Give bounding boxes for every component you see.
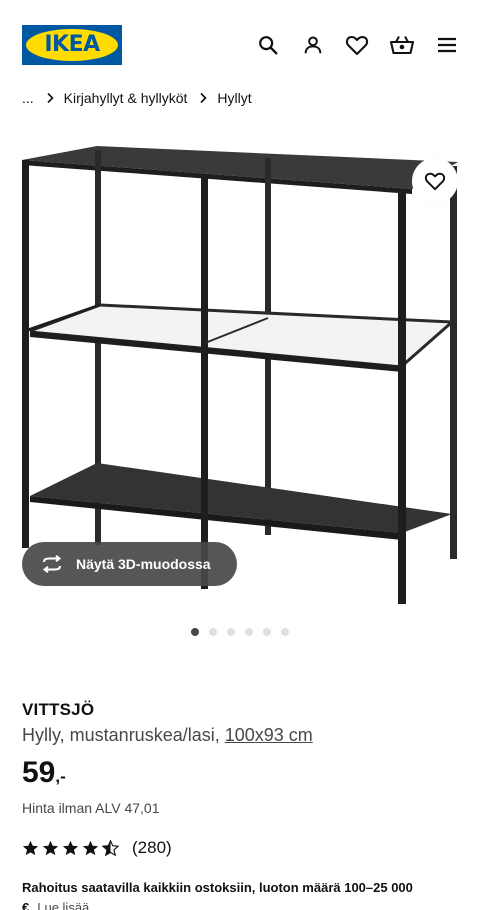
financing-row: € Lue lisää	[22, 900, 89, 910]
logo-wordmark: IKEA	[44, 32, 100, 57]
gallery-dot[interactable]	[227, 628, 235, 636]
gallery-pagination	[0, 628, 480, 638]
gallery-dot[interactable]	[245, 628, 253, 636]
financing-currency: €	[22, 900, 30, 910]
rating-stars	[22, 840, 122, 856]
basket-icon[interactable]	[389, 32, 415, 58]
account-icon[interactable]	[300, 32, 326, 58]
size-link[interactable]: 100x93 cm	[225, 725, 313, 745]
gallery-dot[interactable]	[281, 628, 289, 636]
financing-text: Rahoitus saatavilla kaikkiin ostoksiin, …	[22, 880, 413, 895]
star-icon	[22, 840, 39, 856]
star-icon	[42, 840, 59, 856]
gallery-dot[interactable]	[191, 628, 199, 636]
price-integer: 59	[22, 756, 56, 789]
price-without-vat: Hinta ilman ALV 47,01	[22, 800, 160, 816]
favourite-button[interactable]	[412, 158, 458, 204]
breadcrumb-ellipsis[interactable]: ...	[22, 90, 34, 106]
rating-count: (280)	[132, 838, 172, 857]
product-type: Hylly, mustanruskea/lasi,	[22, 725, 225, 745]
search-icon[interactable]	[255, 32, 281, 58]
chevron-right-icon	[199, 92, 208, 104]
star-icon	[62, 840, 79, 856]
chevron-right-icon	[46, 92, 54, 104]
gallery-dot[interactable]	[263, 628, 271, 636]
price-decimal: ,-	[55, 767, 66, 786]
site-header: IKEA	[0, 0, 480, 80]
heart-icon	[424, 172, 446, 191]
gallery-dot[interactable]	[209, 628, 217, 636]
rotate-3d-icon	[40, 555, 64, 573]
view-3d-button[interactable]: Näytä 3D-muodossa	[22, 542, 237, 586]
product-name: VITTSJÖ	[22, 700, 95, 719]
menu-icon[interactable]	[434, 32, 460, 58]
breadcrumb-item-shelves[interactable]: Hyllyt	[217, 90, 251, 106]
product-price: 59,-	[22, 756, 66, 790]
star-icon	[82, 840, 99, 856]
heart-icon[interactable]	[344, 32, 370, 58]
rating[interactable]: (280)	[22, 836, 172, 860]
half-star-icon	[102, 840, 119, 856]
breadcrumb-item-bookcases[interactable]: Kirjahyllyt & hyllyköt	[64, 90, 188, 106]
view-3d-label: Näytä 3D-muodossa	[76, 556, 211, 572]
breadcrumb: ... Kirjahyllyt & hyllyköt Hyllyt	[22, 88, 252, 108]
ikea-logo[interactable]: IKEA	[22, 25, 122, 65]
read-more-link[interactable]: Lue lisää	[37, 900, 89, 910]
product-description: Hylly, mustanruskea/lasi, 100x93 cm	[22, 725, 313, 746]
